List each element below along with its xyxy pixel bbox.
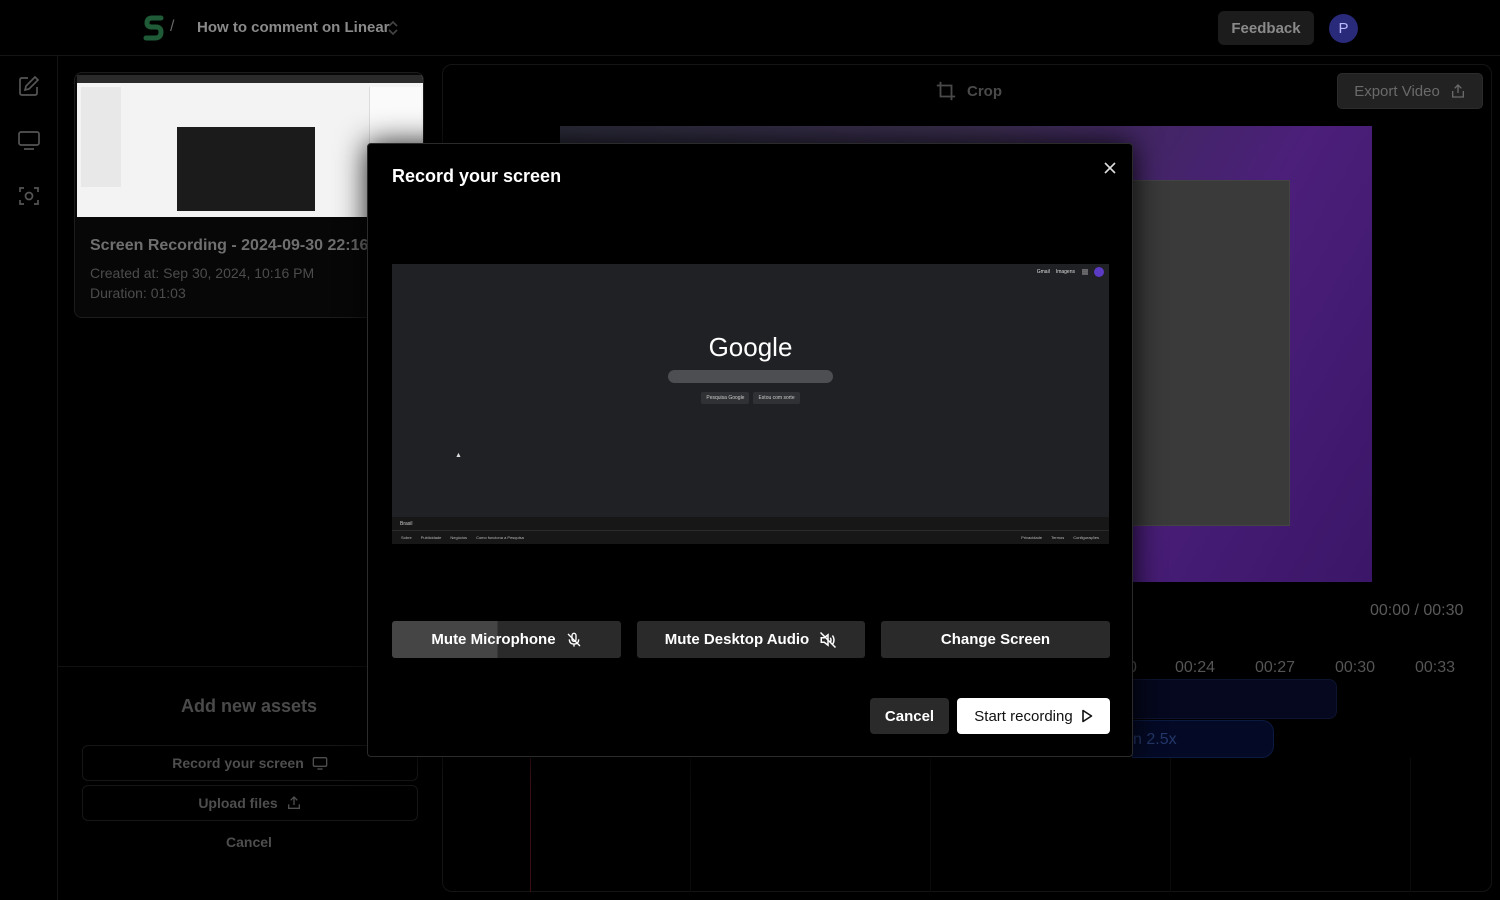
mic-off-icon — [567, 632, 581, 647]
preview-button: Pesquisa Google — [701, 392, 750, 404]
preview-footer-link: Privacidade — [1021, 535, 1043, 540]
mute-desktop-label: Mute Desktop Audio — [664, 631, 810, 648]
preview-footer-link: Negócios — [450, 535, 468, 540]
preview-footer-link: Termos — [1051, 535, 1065, 540]
preview-footer-link: Sobre — [401, 535, 412, 540]
preview-top-link: Gmail — [1036, 269, 1050, 275]
mute-desktop-audio-button[interactable]: Mute Desktop Audio — [637, 621, 865, 658]
preview-footer-divider — [392, 530, 1109, 531]
preview-country: Brasil — [400, 521, 413, 527]
screen-preview: Gmail Imagens Google Pesquisa Google Est… — [392, 264, 1109, 544]
play-icon — [1081, 709, 1092, 723]
preview-footer-left: Sobre Publicidade Negócios Como funciona… — [401, 535, 524, 540]
preview-footer-link: Configurações — [1073, 535, 1099, 540]
modal-cancel-button[interactable]: Cancel — [870, 698, 949, 734]
start-recording-label: Start recording — [974, 707, 1073, 725]
speaker-off-icon — [820, 631, 837, 648]
cursor-icon: ▲ — [455, 452, 462, 459]
mute-microphone-label: Mute Microphone — [431, 631, 556, 648]
preview-footer-right: Privacidade Termos Configurações — [1021, 535, 1099, 540]
preview-footer: Brasil Sobre Publicidade Negócios Como f… — [392, 517, 1109, 544]
preview-top-link: Imagens — [1055, 269, 1075, 275]
preview-google-logo: Google — [708, 332, 793, 362]
change-screen-label: Change Screen — [940, 631, 1051, 648]
preview-footer-link: Publicidade — [420, 535, 442, 540]
preview-button: Estou com sorte — [753, 392, 800, 404]
record-screen-modal: Record your screen Gmail Imagens Google … — [367, 143, 1133, 757]
apps-grid-icon — [1082, 269, 1088, 275]
modal-title: Record your screen — [392, 166, 562, 186]
start-recording-button[interactable]: Start recording — [957, 698, 1110, 734]
change-screen-button[interactable]: Change Screen — [881, 621, 1110, 658]
close-icon — [1104, 162, 1116, 174]
mute-microphone-button[interactable]: Mute Microphone — [392, 621, 621, 658]
preview-search-bar — [668, 370, 833, 383]
preview-buttons: Pesquisa Google Estou com sorte — [392, 392, 1109, 404]
preview-footer-link: Como funciona a Pesquisa — [476, 535, 524, 540]
close-button[interactable] — [1101, 159, 1119, 177]
preview-top-links: Gmail Imagens — [1037, 269, 1075, 275]
preview-avatar — [1094, 267, 1104, 277]
